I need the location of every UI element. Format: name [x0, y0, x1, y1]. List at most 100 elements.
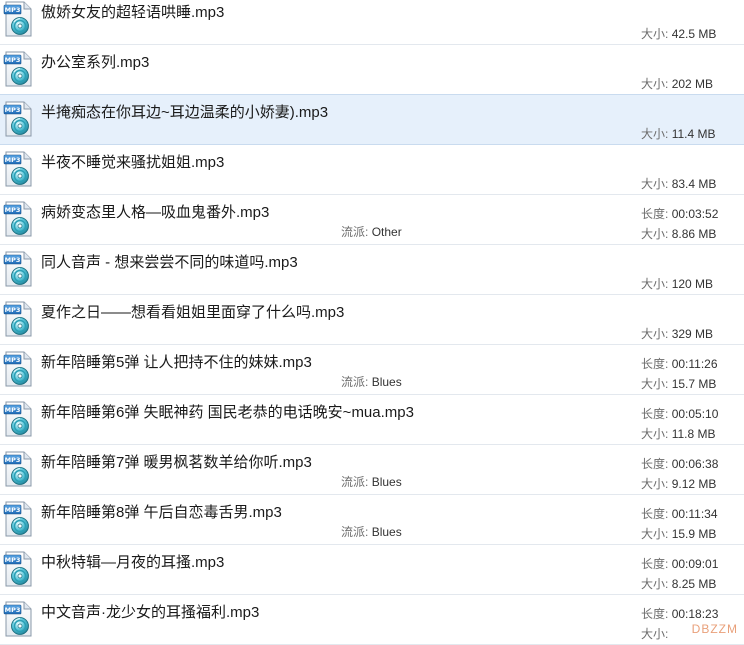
file-size-value: 202 MB [672, 77, 713, 91]
file-duration-label: 长度: [641, 457, 668, 471]
file-size-label: 大小: [641, 27, 668, 41]
file-size-value: 11.8 MB [672, 427, 716, 441]
file-size: 大小: 11.8 MB [641, 425, 716, 442]
svg-text:MP3: MP3 [5, 206, 21, 214]
mp3-file-icon: MP3 [3, 451, 33, 487]
file-row[interactable]: MP3 中文音声·龙少女的耳搔福利.mp3长度: 00:18:23大小: [0, 595, 744, 645]
mp3-file-icon: MP3 [3, 201, 33, 237]
file-size: 大小: 83.4 MB [641, 175, 716, 192]
file-size-value: 15.7 MB [672, 377, 717, 391]
file-genre-value: Blues [372, 475, 402, 489]
file-name: 傲娇女友的超轻语哄睡.mp3 [41, 1, 224, 22]
file-duration-label: 长度: [641, 557, 668, 571]
file-name: 新年陪睡第7弹 暖男枫茗数羊给你听.mp3 [41, 451, 312, 472]
file-size: 大小: 15.7 MB [641, 375, 716, 392]
file-size: 大小: 8.86 MB [641, 225, 716, 242]
file-size-value: 42.5 MB [672, 27, 717, 41]
mp3-file-icon: MP3 [3, 101, 33, 137]
file-row[interactable]: MP3 中秋特辑—月夜的耳搔.mp3 长度: 00:09:01 大小: 8.25 M… [0, 545, 744, 595]
file-row[interactable]: MP3 新年陪睡第8弹 午后自恋毒舌男.mp3流派: Blues长度: 00:1… [0, 495, 744, 545]
mp3-file-icon: MP3 [3, 501, 33, 537]
file-duration: 长度: 00:18:23 [641, 605, 718, 622]
file-row[interactable]: MP3 半掩痴态在你耳边~耳边温柔的小娇妻).mp3大小: 11.4 MB [0, 94, 744, 145]
file-row[interactable]: MP3 新年陪睡第7弹 暖男枫茗数羊给你听.mp3 流派: Blues 长度: 00… [0, 445, 744, 495]
svg-text:MP3: MP3 [5, 456, 21, 464]
file-size-label: 大小: [641, 177, 668, 191]
file-row[interactable]: MP3 半夜不睡觉来骚扰姐姐.mp3 大小: 83.4 MB [0, 145, 744, 195]
file-size: 大小: 202 MB [641, 75, 713, 92]
file-size: 大小: 329 MB [641, 325, 713, 342]
svg-text:MP3: MP3 [5, 356, 21, 364]
watermark: DBZZM [692, 622, 738, 636]
file-name: 同人音声 - 想来尝尝不同的味道吗.mp3 [41, 251, 298, 272]
file-duration-label: 长度: [641, 357, 668, 371]
file-duration-value: 00:06:38 [672, 457, 719, 471]
svg-text:MP3: MP3 [5, 506, 21, 514]
file-genre: 流派: Blues [341, 373, 402, 390]
file-size-label: 大小: [641, 427, 668, 441]
file-genre-label: 流派: [341, 225, 368, 239]
file-genre-label: 流派: [341, 475, 368, 489]
file-size-label: 大小: [641, 377, 668, 391]
file-duration: 长度: 00:11:34 [641, 505, 718, 522]
svg-text:MP3: MP3 [5, 406, 21, 414]
file-size-value: 8.25 MB [672, 577, 717, 591]
file-genre-label: 流派: [341, 525, 368, 539]
file-row[interactable]: MP3 同人音声 - 想来尝尝不同的味道吗.mp3 大小: 120 MB [0, 245, 744, 295]
mp3-file-icon: MP3 [3, 351, 33, 387]
svg-text:MP3: MP3 [5, 56, 21, 64]
file-duration: 长度: 00:06:38 [641, 455, 718, 472]
file-size-label: 大小: [641, 77, 668, 91]
file-name: 中秋特辑—月夜的耳搔.mp3 [41, 551, 224, 572]
file-duration-value: 00:11:34 [672, 507, 718, 521]
file-size: 大小: 8.25 MB [641, 575, 716, 592]
mp3-file-icon: MP3 [3, 51, 33, 87]
svg-text:MP3: MP3 [5, 306, 21, 314]
mp3-file-icon: MP3 [3, 551, 33, 587]
file-size-label: 大小: [641, 127, 668, 141]
file-genre-value: Other [372, 225, 402, 239]
file-duration-label: 长度: [641, 507, 668, 521]
file-row[interactable]: MP3 夏作之日——想看看姐姐里面穿了什么吗.mp3 大小: 329 MB [0, 295, 744, 345]
file-size-label: 大小: [641, 227, 668, 241]
svg-text:MP3: MP3 [5, 556, 21, 564]
file-size-label: 大小: [641, 527, 668, 541]
file-name: 半夜不睡觉来骚扰姐姐.mp3 [41, 151, 224, 172]
file-duration-label: 长度: [641, 607, 668, 621]
file-genre-label: 流派: [341, 375, 368, 389]
file-size-label: 大小: [641, 327, 668, 341]
mp3-file-icon: MP3 [3, 301, 33, 337]
svg-text:MP3: MP3 [5, 6, 21, 14]
file-row[interactable]: MP3 新年陪睡第6弹 失眠神药 国民老恭的电话晚安~mua.mp3长度: 00… [0, 395, 744, 445]
file-name: 夏作之日——想看看姐姐里面穿了什么吗.mp3 [41, 301, 344, 322]
file-list: MP3 傲娇女友的超轻语哄睡.mp3 大小: 42.5 MB MP3 [0, 0, 744, 645]
file-row[interactable]: MP3 办公室系列.mp3大小: 202 MB [0, 45, 744, 95]
file-genre: 流派: Other [341, 223, 402, 240]
file-size: 大小: 42.5 MB [641, 25, 716, 42]
file-duration: 长度: 00:11:26 [641, 355, 718, 372]
file-size-value: 83.4 MB [672, 177, 717, 191]
file-size-value: 120 MB [672, 277, 713, 291]
file-genre: 流派: Blues [341, 523, 402, 540]
svg-text:MP3: MP3 [5, 606, 21, 614]
file-size: 大小: 120 MB [641, 275, 713, 292]
file-duration-value: 00:03:52 [672, 207, 719, 221]
file-duration-value: 00:09:01 [672, 557, 719, 571]
svg-text:MP3: MP3 [5, 156, 21, 164]
file-size-label: 大小: [641, 577, 668, 591]
file-size: 大小: 9.12 MB [641, 475, 716, 492]
mp3-file-icon: MP3 [3, 251, 33, 287]
file-row[interactable]: MP3 病娇变态里人格—吸血鬼番外.mp3流派: Other长度: 00:03:… [0, 195, 744, 245]
file-row[interactable]: MP3 新年陪睡第5弹 让人把持不住的妹妹.mp3流派: Blues长度: 00… [0, 345, 744, 395]
svg-text:MP3: MP3 [5, 106, 21, 114]
file-duration: 长度: 00:05:10 [641, 405, 718, 422]
file-size-label: 大小: [641, 477, 668, 491]
file-genre-value: Blues [372, 525, 402, 539]
svg-text:MP3: MP3 [5, 256, 21, 264]
file-size: 大小: 15.9 MB [641, 525, 716, 542]
file-row[interactable]: MP3 傲娇女友的超轻语哄睡.mp3 大小: 42.5 MB [0, 0, 744, 45]
file-duration-label: 长度: [641, 407, 668, 421]
mp3-file-icon: MP3 [3, 151, 33, 187]
file-size-value: 329 MB [672, 327, 713, 341]
file-duration-value: 00:18:23 [672, 607, 719, 621]
